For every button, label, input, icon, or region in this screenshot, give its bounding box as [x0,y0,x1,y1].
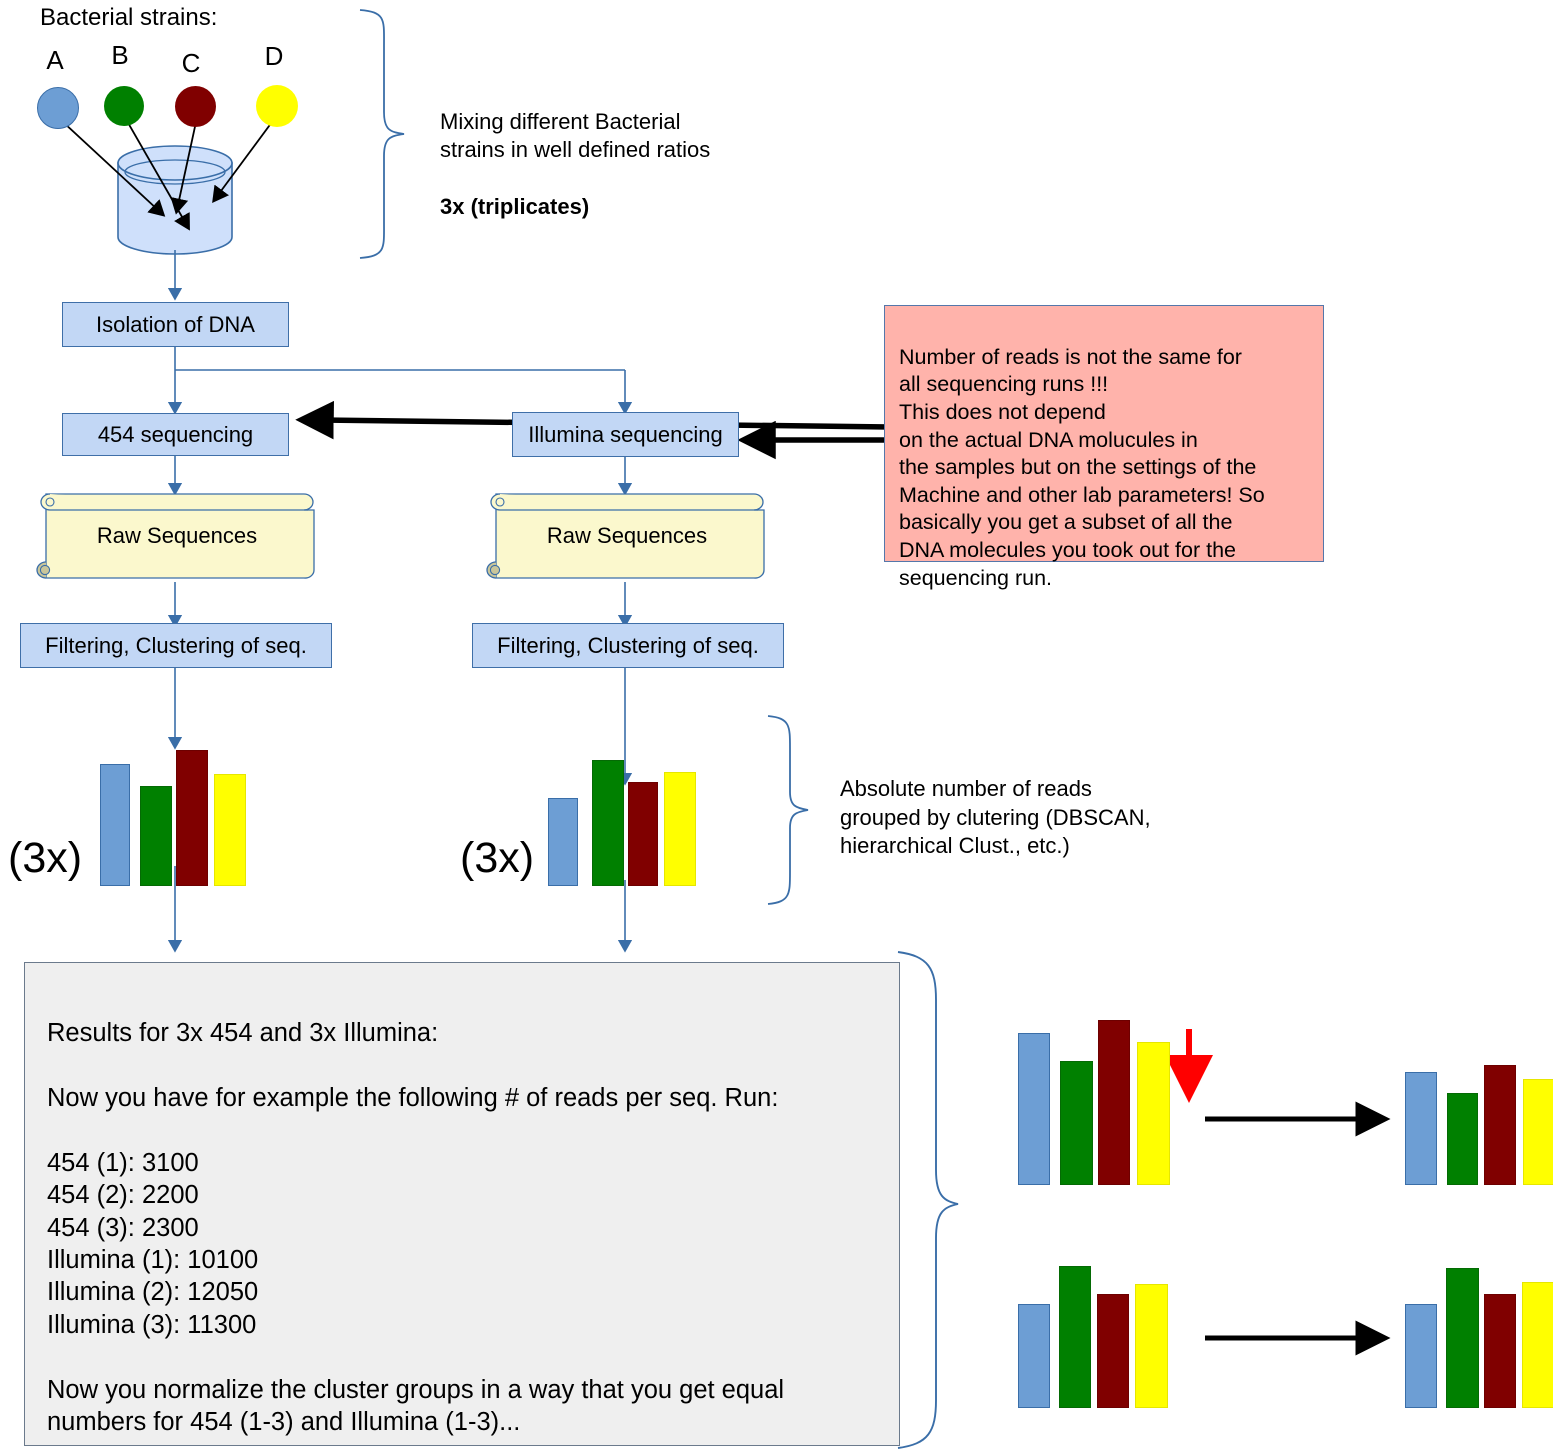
label-triplicate-454: (3x) [8,834,83,882]
results-summary-box: Results for 3x 454 and 3x Illumina: Now … [24,962,900,1446]
box-illumina-label: Illumina sequencing [528,421,723,447]
bar-c [1097,1294,1129,1408]
brace-mixing [359,9,405,259]
bar-b [140,786,172,886]
chart-454-clustered [100,730,250,886]
box-filtering-454[interactable]: Filtering, Clustering of seq. [20,623,332,668]
doc-raw-sequences-454[interactable]: Raw Sequences [36,490,318,582]
bar-b [1060,1061,1093,1185]
bar-d [1522,1282,1553,1408]
bar-b [1447,1093,1478,1185]
box-filtering-illumina-label: Filtering, Clustering of seq. [497,632,759,658]
label-triplicate-illumina: (3x) [460,834,535,882]
doc-raw-sequences-illumina-label: Raw Sequences [546,523,708,548]
annotation-mixing: Mixing different Bacterial strains in we… [440,79,770,222]
strain-inflow-arrows [62,120,273,231]
bar-a [1018,1304,1050,1408]
strain-letter-c: C [181,48,201,78]
strain-letter-d: D [264,41,284,71]
strain-circle-c [175,86,216,127]
chart-illumina-clustered [548,730,698,886]
strain-circle-a [37,87,79,129]
bar-c [1484,1065,1516,1185]
chart-454-after-normalization [1405,1020,1553,1185]
bar-c [1098,1020,1130,1185]
box-454-sequencing[interactable]: 454 sequencing [62,413,289,456]
bar-c [628,782,658,886]
chart-illumina-after-normalization [1405,1240,1553,1408]
strain-letter-a: A [46,45,64,75]
bar-a [1405,1304,1437,1408]
bar-d [664,772,696,886]
diagram-canvas: Bacterial strains: A B C D Mixing differ… [0,0,1553,1456]
results-summary-text: Results for 3x 454 and 3x Illumina: Now … [47,1019,785,1436]
box-filtering-illumina[interactable]: Filtering, Clustering of seq. [472,623,784,668]
bar-d [1523,1079,1553,1185]
brace-absolute-reads [767,715,809,905]
bar-c [1484,1294,1516,1408]
box-filtering-454-label: Filtering, Clustering of seq. [45,632,307,658]
bar-a [100,764,130,886]
strain-circle-d [256,85,298,127]
doc-raw-sequences-illumina[interactable]: Raw Sequences [486,490,768,582]
note-reads-warning-text: Number of reads is not the same for all … [899,344,1265,590]
annotation-mixing-text: Mixing different Bacterial strains in we… [440,108,711,163]
mixing-cylinder-shape [117,145,233,255]
chart-illumina-before-normalization [1018,1240,1173,1408]
bar-a [548,798,578,886]
bar-d [214,774,246,886]
bar-d [1137,1042,1170,1185]
strain-circle-b [104,86,144,126]
box-isolation-label: Isolation of DNA [96,311,255,337]
bar-b [1446,1268,1479,1408]
box-isolation-of-dna[interactable]: Isolation of DNA [62,302,289,347]
bar-c [176,750,208,886]
doc-raw-sequences-454-label: Raw Sequences [96,523,258,548]
chart-454-before-normalization [1018,1020,1173,1185]
bar-b [1059,1266,1091,1408]
bar-d [1135,1284,1168,1408]
bar-a [1018,1033,1050,1185]
box-454-label: 454 sequencing [97,421,254,447]
bar-b [592,760,624,886]
bar-a [1405,1072,1437,1185]
normalization-arrows [1205,1101,1391,1356]
box-illumina-sequencing[interactable]: Illumina sequencing [512,412,739,457]
page-title: Bacterial strains: [40,4,218,31]
annotation-absolute-reads: Absolute number of reads grouped by clut… [840,776,1151,859]
brace-results [897,951,959,1449]
annotation-mixing-bold: 3x (triplicates) [440,194,590,220]
note-reads-warning: Number of reads is not the same for all … [884,305,1324,590]
strain-letter-b: B [111,40,129,70]
